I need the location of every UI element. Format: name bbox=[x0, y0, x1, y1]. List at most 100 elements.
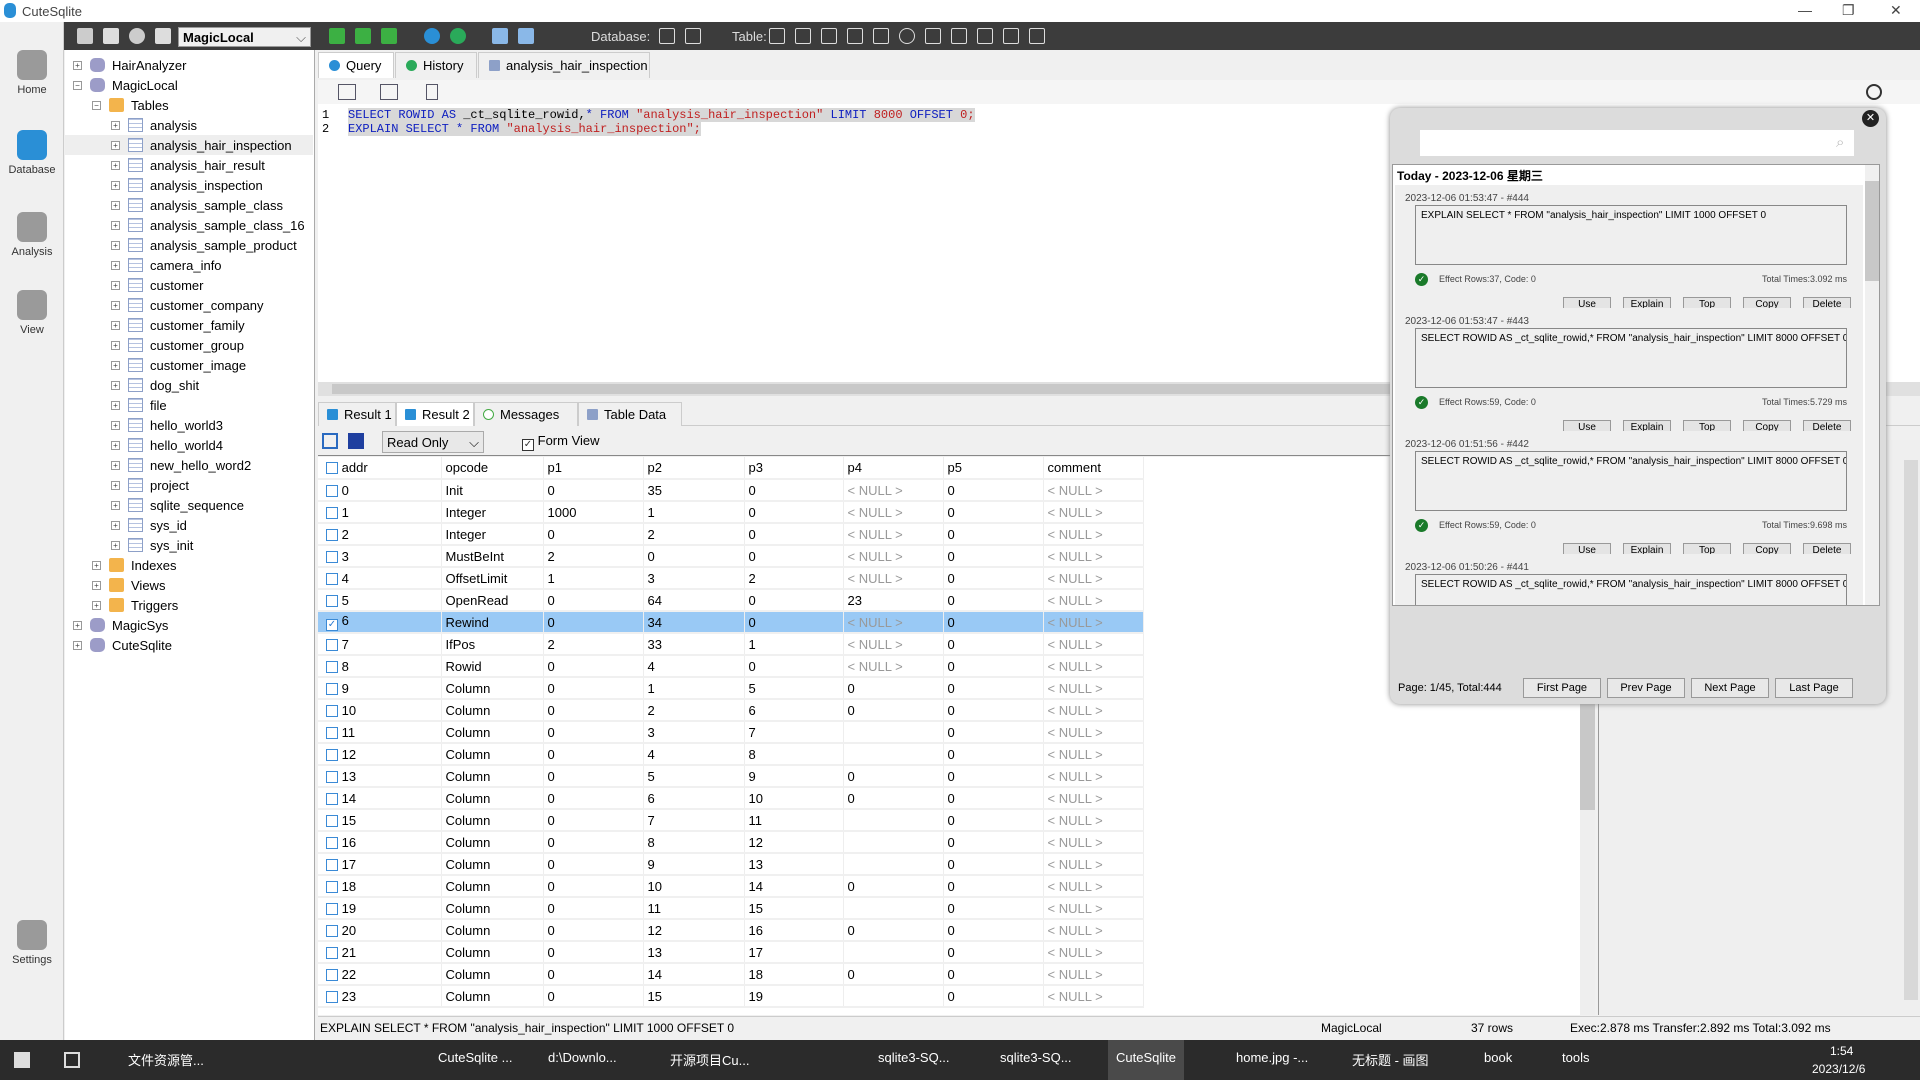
cell-p2[interactable]: 3 bbox=[643, 721, 745, 744]
row-checkbox[interactable] bbox=[326, 814, 338, 827]
cell-addr[interactable]: 22 bbox=[318, 963, 442, 986]
cell-p1[interactable]: 0 bbox=[543, 985, 644, 1008]
row-checkbox[interactable] bbox=[326, 748, 338, 761]
nav-view[interactable]: View bbox=[0, 290, 64, 336]
cell-comment[interactable]: < NULL > bbox=[1043, 919, 1144, 942]
cell-p3[interactable]: 0 bbox=[744, 523, 844, 546]
duplicate-table-icon[interactable] bbox=[951, 28, 967, 44]
cell-p5[interactable]: 0 bbox=[943, 523, 1044, 546]
expand-toggle-icon[interactable]: − bbox=[73, 80, 82, 90]
minimize-button[interactable]: — bbox=[1798, 2, 1812, 18]
cell-opcode[interactable]: Column bbox=[441, 853, 544, 876]
column-header-p1[interactable]: p1 bbox=[543, 457, 644, 480]
edit-table-icon[interactable] bbox=[821, 28, 837, 44]
column-header-comment[interactable]: comment bbox=[1043, 457, 1144, 480]
cell-comment[interactable]: < NULL > bbox=[1043, 743, 1144, 766]
save-icon[interactable] bbox=[492, 28, 509, 44]
cell-p5[interactable]: 0 bbox=[943, 743, 1044, 766]
expand-toggle-icon[interactable]: + bbox=[111, 480, 120, 490]
cell-opcode[interactable]: Rewind bbox=[441, 611, 544, 634]
tree-table[interactable]: + customer_family bbox=[111, 315, 245, 335]
expand-toggle-icon[interactable]: + bbox=[111, 540, 120, 550]
cell-comment[interactable]: < NULL > bbox=[1043, 875, 1144, 898]
expand-toggle-icon[interactable]: + bbox=[111, 500, 120, 510]
row-checkbox[interactable] bbox=[326, 484, 338, 497]
import-db-icon[interactable] bbox=[685, 28, 701, 44]
cell-opcode[interactable]: Column bbox=[441, 743, 544, 766]
table-row[interactable]: 4 OffsetLimit 1 3 2 < NULL > 0 < NULL > bbox=[318, 567, 1144, 590]
cell-p3[interactable]: 1 bbox=[744, 633, 844, 656]
cell-opcode[interactable]: OffsetLimit bbox=[441, 567, 544, 590]
tree-table[interactable]: + hello_world4 bbox=[111, 435, 223, 455]
restore-button[interactable]: ❐ bbox=[1842, 2, 1855, 19]
mode-select[interactable]: Read Only ⌵ bbox=[382, 431, 484, 453]
table-row[interactable]: 19 Column 0 11 15 0 < NULL > bbox=[318, 897, 1144, 920]
tree-folder[interactable]: + Indexes bbox=[92, 555, 177, 575]
cell-comment[interactable]: < NULL > bbox=[1043, 677, 1144, 700]
table-row[interactable]: ✓ 6 Rewind 0 34 0 < NULL >0 < NULL > bbox=[318, 611, 1144, 634]
tree-table[interactable]: + camera_info bbox=[111, 255, 222, 275]
cell-p3[interactable]: 0 bbox=[744, 501, 844, 524]
cell-opcode[interactable]: Column bbox=[441, 721, 544, 744]
table-row[interactable]: 7 IfPos 2 33 1 < NULL > 0 < NULL > bbox=[318, 633, 1144, 656]
tree-folder-tables[interactable]: − Tables bbox=[92, 95, 169, 115]
row-checkbox[interactable] bbox=[326, 550, 338, 563]
cell-opcode[interactable]: Column bbox=[441, 941, 544, 964]
cell-p4[interactable] bbox=[843, 743, 944, 766]
column-header-opcode[interactable]: opcode bbox=[441, 457, 544, 480]
cell-p5[interactable]: 0 bbox=[943, 677, 1044, 700]
cell-p3[interactable]: 8 bbox=[744, 743, 844, 766]
table-row[interactable]: 20 Column 0 12 16 0 0 < NULL > bbox=[318, 919, 1144, 942]
cell-addr[interactable]: 15 bbox=[318, 809, 442, 832]
cell-p4[interactable] bbox=[843, 809, 944, 832]
drop-table-icon[interactable] bbox=[899, 28, 915, 44]
cell-comment[interactable]: < NULL > bbox=[1043, 633, 1144, 656]
cell-p4[interactable]: 0 bbox=[843, 787, 944, 810]
open-folder-icon[interactable] bbox=[103, 28, 119, 44]
expand-toggle-icon[interactable]: + bbox=[111, 420, 120, 430]
cell-comment[interactable]: < NULL > bbox=[1043, 523, 1144, 546]
run-icon[interactable] bbox=[329, 28, 345, 44]
cell-addr[interactable]: 10 bbox=[318, 699, 442, 722]
export-sql-icon[interactable] bbox=[1003, 28, 1019, 44]
cell-p2[interactable]: 33 bbox=[643, 633, 745, 656]
alter-table-icon[interactable] bbox=[847, 28, 863, 44]
cell-p2[interactable]: 35 bbox=[643, 479, 745, 502]
row-checkbox[interactable] bbox=[326, 968, 338, 981]
cell-p5[interactable]: 0 bbox=[943, 831, 1044, 854]
cell-p4[interactable]: 0 bbox=[843, 919, 944, 942]
cell-p1[interactable]: 0 bbox=[543, 941, 644, 964]
cell-addr[interactable]: 12 bbox=[318, 743, 442, 766]
expand-toggle-icon[interactable]: + bbox=[111, 400, 120, 410]
history-scrollbar[interactable] bbox=[1865, 165, 1879, 605]
expand-toggle-icon[interactable]: + bbox=[92, 560, 101, 570]
cell-p4[interactable]: < NULL > bbox=[843, 479, 944, 502]
tree-table[interactable]: + sys_init bbox=[111, 535, 193, 555]
cell-addr[interactable]: 20 bbox=[318, 919, 442, 942]
table-row[interactable]: 12 Column 0 4 8 0 < NULL > bbox=[318, 743, 1144, 766]
cell-p1[interactable]: 0 bbox=[543, 765, 644, 788]
cell-addr[interactable]: 18 bbox=[318, 875, 442, 898]
expand-toggle-icon[interactable]: + bbox=[111, 240, 120, 250]
cell-p3[interactable]: 6 bbox=[744, 699, 844, 722]
format-icon[interactable] bbox=[338, 84, 356, 100]
cell-p5[interactable]: 0 bbox=[943, 853, 1044, 876]
cell-p3[interactable]: 17 bbox=[744, 941, 844, 964]
row-checkbox[interactable] bbox=[326, 924, 338, 937]
row-checkbox[interactable] bbox=[326, 770, 338, 783]
tab-table[interactable]: analysis_hair_inspection bbox=[478, 52, 650, 78]
cell-addr[interactable]: 2 bbox=[318, 523, 442, 546]
cell-p5[interactable]: 0 bbox=[943, 479, 1044, 502]
tree-db[interactable]: + CuteSqlite bbox=[73, 635, 172, 655]
code-icon[interactable] bbox=[380, 84, 398, 100]
cell-opcode[interactable]: IfPos bbox=[441, 633, 544, 656]
history-sql[interactable]: SELECT ROWID AS _ct_sqlite_rowid,* FROM … bbox=[1415, 328, 1847, 388]
cell-p1[interactable]: 2 bbox=[543, 633, 644, 656]
column-header-addr[interactable]: addr bbox=[318, 457, 442, 480]
cell-p2[interactable]: 3 bbox=[643, 567, 745, 590]
cell-p1[interactable]: 0 bbox=[543, 655, 644, 678]
expand-toggle-icon[interactable]: + bbox=[111, 220, 120, 230]
column-header-p5[interactable]: p5 bbox=[943, 457, 1044, 480]
cell-comment[interactable]: < NULL > bbox=[1043, 721, 1144, 744]
cell-comment[interactable]: < NULL > bbox=[1043, 501, 1144, 524]
